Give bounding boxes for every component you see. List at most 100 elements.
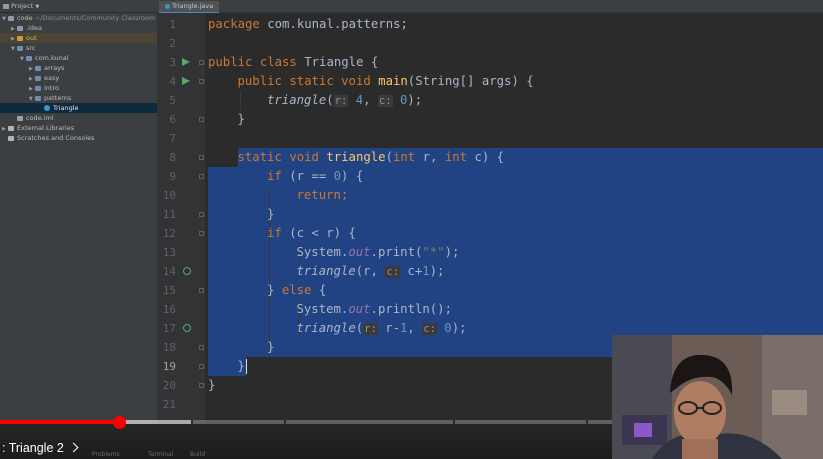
webcam-overlay [612, 335, 823, 459]
tree-item-label: patterns [44, 94, 72, 102]
code-line: triangle(r: 4, c: 0); [267, 91, 422, 110]
tree-item-label: Triangle [53, 104, 79, 112]
code-token: triangle [326, 149, 386, 164]
library-icon [8, 125, 14, 131]
tree-item-label: External Libraries [17, 124, 75, 132]
tree-item-intro[interactable]: ▶ intro [0, 83, 157, 93]
tree-item-external-libraries[interactable]: ▶ External Libraries [0, 123, 157, 133]
fold-marker-icon[interactable] [199, 78, 204, 84]
fold-marker-icon[interactable] [199, 230, 204, 236]
fold-marker-icon[interactable] [199, 344, 204, 350]
terminal-tool-button[interactable]: Terminal [148, 451, 173, 458]
code-line: } [267, 338, 274, 357]
line-number: 6 [169, 112, 176, 126]
tree-item-label: easy [44, 74, 60, 82]
recursive-call-icon[interactable] [183, 324, 191, 332]
project-panel-icon [3, 3, 9, 9]
tree-item-src[interactable]: ▼ src [0, 43, 157, 53]
fold-marker-icon[interactable] [199, 363, 204, 369]
line-number: 12 [162, 226, 176, 240]
code-token: } [267, 339, 275, 354]
line-number: 8 [169, 150, 176, 164]
tree-item-label: com.kunal [35, 54, 69, 62]
fold-marker-icon[interactable] [199, 59, 204, 65]
code-token: System. [296, 244, 349, 259]
code-token: out [348, 244, 371, 259]
code-token: ); [429, 263, 445, 278]
code-line: return; [297, 186, 349, 205]
package-icon [35, 95, 41, 101]
code-token: 0 [444, 320, 452, 335]
tree-item-com-kunal[interactable]: ▼ com.kunal [0, 53, 157, 63]
code-token: int [392, 149, 423, 164]
code-line: public static void main(String[] args) { [238, 72, 534, 91]
chapter-title: : Triangle 2 [2, 441, 64, 455]
recursive-call-icon[interactable] [183, 267, 191, 275]
text-caret [245, 358, 247, 374]
tree-item-arrays[interactable]: ▶ arrays [0, 63, 157, 73]
code-line: triangle(r, c: c+1); [297, 262, 445, 281]
tree-item-code-iml[interactable]: code.iml [0, 113, 157, 123]
line-number: 17 [162, 321, 176, 335]
problems-tool-button[interactable]: Problems [92, 451, 120, 458]
run-gutter-icon[interactable] [182, 57, 190, 66]
fold-marker-icon[interactable] [199, 211, 204, 217]
project-panel-header[interactable]: Project ▼ [0, 0, 157, 13]
code-token: if [267, 168, 290, 183]
code-token: ) { [341, 168, 364, 183]
code-line: if (r == 0) { [267, 167, 363, 186]
fold-marker-icon[interactable] [199, 382, 204, 388]
tree-item-path: ~/Documents/Community Classroom [32, 14, 156, 22]
line-number: 18 [162, 340, 176, 354]
code-token: (c < r) { [289, 225, 356, 240]
video-scrubber-handle[interactable] [112, 415, 126, 429]
code-token: } [267, 282, 282, 297]
chapter-segment-gap [190, 420, 193, 424]
chapter-segment-gap [452, 420, 455, 424]
code-line: System.out.print("*"); [297, 243, 460, 262]
tree-item-code[interactable]: ▼ code ~/Documents/Community Classroom [0, 13, 157, 23]
line-number: 15 [162, 283, 176, 297]
code-line: } [267, 205, 274, 224]
line-number: 13 [162, 245, 176, 259]
build-tool-button[interactable]: Build [190, 451, 205, 458]
editor-tab-bar: Triangle.java [157, 0, 823, 14]
chevron-down-icon[interactable]: ▼ [35, 4, 39, 10]
line-number: 7 [169, 131, 176, 145]
tree-item-patterns[interactable]: ▼ patterns [0, 93, 157, 103]
tree-item-label: code [17, 14, 33, 22]
code-token: ); [407, 92, 423, 107]
fold-marker-icon[interactable] [199, 287, 204, 293]
tree-item-easy[interactable]: ▶ easy [0, 73, 157, 83]
tree-item--idea[interactable]: ▶ .idea [0, 23, 157, 33]
run-gutter-icon[interactable] [182, 76, 190, 85]
code-token: public static void [237, 73, 379, 88]
chapter-title-button[interactable]: : Triangle 2 [2, 440, 79, 456]
code-token: ); [451, 320, 467, 335]
excluded-folder-icon [17, 35, 23, 41]
tree-item-label: .idea [26, 24, 42, 32]
fold-marker-icon[interactable] [199, 116, 204, 122]
fold-marker-icon[interactable] [199, 154, 204, 160]
project-tree: ▼ code ~/Documents/Community Classroom ▶ .i… [0, 13, 157, 143]
code-token: package [208, 16, 268, 31]
line-number: 2 [169, 36, 176, 50]
line-number: 16 [162, 302, 176, 316]
package-icon [35, 65, 41, 71]
tree-item-scratches-and-consoles[interactable]: Scratches and Consoles [0, 133, 157, 143]
tree-item-label: src [26, 44, 36, 52]
fold-marker-icon[interactable] [199, 173, 204, 179]
code-token: } [267, 206, 275, 221]
line-number: 5 [169, 93, 176, 107]
line-number: 1 [169, 17, 176, 31]
chapter-segment-gap [283, 420, 286, 424]
code-token: c) { [474, 149, 505, 164]
code-token: System. [296, 301, 349, 316]
code-token: (r == [289, 168, 334, 183]
line-number: 14 [162, 264, 176, 278]
tree-item-triangle[interactable]: Triangle [0, 103, 157, 113]
code-token: if [267, 225, 290, 240]
tree-item-out[interactable]: ▶ out [0, 33, 157, 43]
chevron-right-icon [68, 442, 79, 453]
